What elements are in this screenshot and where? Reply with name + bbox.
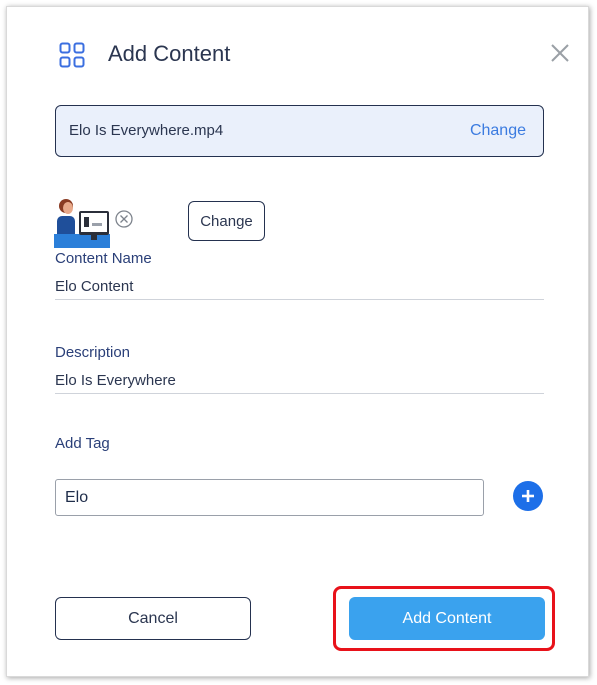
content-name-label: Content Name bbox=[55, 250, 152, 267]
description-label: Description bbox=[55, 344, 131, 361]
remove-thumbnail-icon[interactable] bbox=[115, 210, 133, 228]
add-tag-label: Add Tag bbox=[55, 435, 110, 452]
grid-icon bbox=[59, 42, 85, 68]
add-content-button[interactable]: Add Content bbox=[349, 597, 545, 640]
tag-input-value: Elo bbox=[65, 488, 89, 506]
add-content-dialog: Add Content Elo Is Everywhere.mp4 Change… bbox=[6, 6, 589, 677]
close-icon[interactable] bbox=[550, 43, 570, 63]
change-thumbnail-button[interactable]: Change bbox=[188, 201, 265, 241]
content-name-underline bbox=[55, 299, 544, 300]
description-underline bbox=[55, 393, 544, 394]
change-file-link[interactable]: Change bbox=[470, 122, 526, 140]
selected-file-box: Elo Is Everywhere.mp4 Change bbox=[55, 105, 544, 157]
cancel-button[interactable]: Cancel bbox=[55, 597, 251, 640]
file-name: Elo Is Everywhere.mp4 bbox=[69, 122, 224, 139]
content-name-field[interactable]: Elo Content bbox=[55, 278, 133, 295]
thumbnail-image bbox=[54, 199, 110, 248]
add-tag-button[interactable] bbox=[513, 481, 543, 511]
plus-icon bbox=[522, 490, 534, 502]
dialog-title: Add Content bbox=[108, 41, 231, 66]
tag-input[interactable]: Elo bbox=[55, 479, 484, 516]
description-field[interactable]: Elo Is Everywhere bbox=[55, 372, 176, 389]
